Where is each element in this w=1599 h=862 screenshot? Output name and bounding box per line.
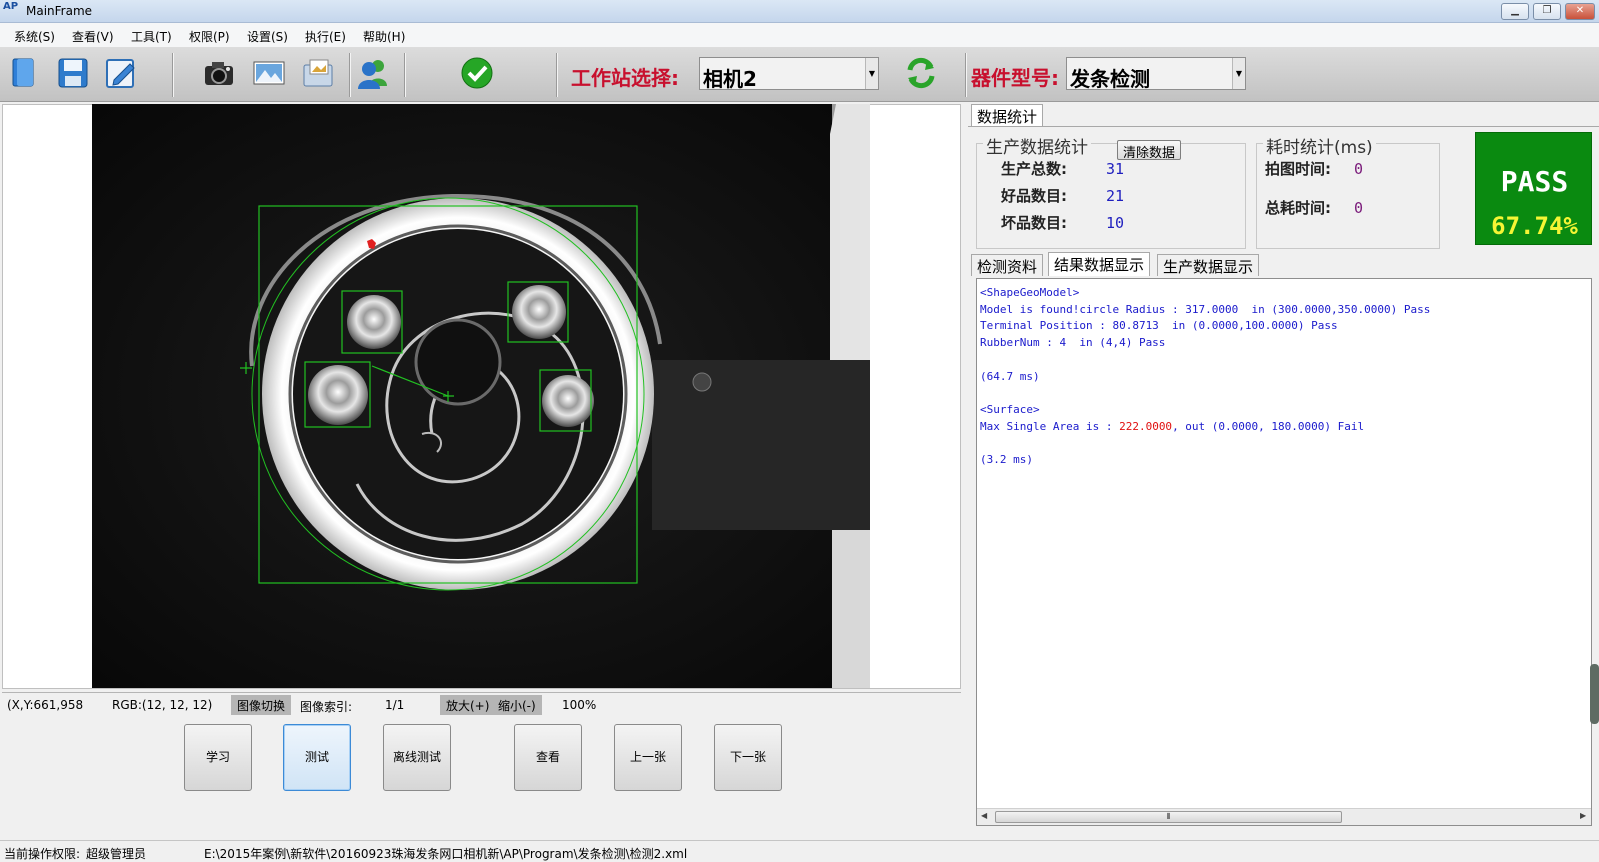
menu-settings[interactable]: 设置(S) xyxy=(247,28,288,45)
menu-view[interactable]: 查看(V) xyxy=(72,28,114,45)
total-time-label: 总耗时间: xyxy=(1265,199,1331,217)
capture-time-label: 拍图时间: xyxy=(1265,160,1331,178)
result-line: Max Single Area is : xyxy=(980,419,1120,433)
part-value: 发条检测 xyxy=(1070,67,1150,91)
horizontal-scrollbar[interactable]: ◀ ⦀ ▶ xyxy=(977,808,1591,825)
capture-time-value: 0 xyxy=(1354,160,1364,178)
clear-data-button[interactable]: 清除数据 xyxy=(1117,140,1182,161)
right-panel: 数据统计 生产数据统计 清除数据 生产总数: 31 好品数目: 21 坏品数目:… xyxy=(968,104,1599,840)
image-folder-icon[interactable] xyxy=(301,56,335,90)
next-button[interactable]: 下一张 xyxy=(714,724,782,791)
scrollbar-thumb[interactable]: ⦀ xyxy=(995,811,1342,823)
production-group: 生产数据统计 清除数据 生产总数: 31 好品数目: 21 坏品数目: 10 xyxy=(976,133,1246,249)
status-bar: 当前操作权限: 超级管理员 E:\2015年案例\新软件\20160923珠海发… xyxy=(0,840,1599,861)
toolbar-separator xyxy=(349,53,351,97)
zoom-out-button[interactable]: 缩小(-) xyxy=(492,695,542,715)
chevron-down-icon[interactable]: ▼ xyxy=(1232,58,1245,89)
pass-status: PASS xyxy=(1500,165,1569,198)
chevron-down-icon[interactable]: ▼ xyxy=(865,58,878,89)
menu-tools[interactable]: 工具(T) xyxy=(131,28,172,45)
part-label: 器件型号: xyxy=(971,66,1059,90)
tab-result-data[interactable]: 结果数据显示 xyxy=(1048,252,1151,276)
menu-help[interactable]: 帮助(H) xyxy=(363,28,405,45)
timing-title: 耗时统计(ms) xyxy=(1263,133,1376,158)
result-line: (3.2 ms) xyxy=(980,453,1033,467)
toolbar: 工作站选择: 相机2 ▼ 器件型号: 发条检测 ▼ xyxy=(0,47,1599,102)
scroll-right-icon[interactable]: ▶ xyxy=(1580,811,1586,820)
image-status-bar: (X,Y:661,958 RGB:(12, 12, 12) 图像切换 图像索引:… xyxy=(2,692,961,716)
bad-count-label: 坏品数目: xyxy=(1001,214,1067,232)
station-select[interactable]: 相机2 ▼ xyxy=(699,57,879,91)
view-button[interactable]: 查看 xyxy=(514,724,582,791)
camera-icon[interactable] xyxy=(202,56,236,90)
learn-button[interactable]: 学习 xyxy=(184,724,252,791)
zoom-level: 100% xyxy=(562,698,597,712)
toolbar-separator xyxy=(404,53,406,97)
minimize-button[interactable]: ▁ xyxy=(1501,3,1529,20)
menu-execute[interactable]: 执行(E) xyxy=(305,28,346,45)
toolbar-separator xyxy=(172,53,174,97)
result-log: <ShapeGeoModel> Model is found!circle Ra… xyxy=(980,285,1430,469)
title-bar: AP MainFrame ▁ ❐ ✕ xyxy=(0,0,1599,23)
image-index-value: 1/1 xyxy=(385,698,405,712)
good-count-label: 好品数目: xyxy=(1001,187,1067,205)
pass-rate: 67.74% xyxy=(1491,212,1578,240)
result-line: <ShapeGeoModel> xyxy=(980,286,1080,299)
result-line: <Surface> xyxy=(980,402,1040,416)
edit-icon[interactable] xyxy=(104,56,138,90)
side-grip-handle[interactable] xyxy=(1590,664,1599,724)
result-line: Model is found!circle Radius : 317.0000 … xyxy=(980,302,1431,316)
good-count-value: 21 xyxy=(1106,187,1125,205)
permission-value: 超级管理员 xyxy=(86,847,147,861)
result-line: RubberNum : 4 in (4,4) Pass xyxy=(980,336,1166,350)
result-line: Terminal Position : 80.8713 in (0.0000,1… xyxy=(980,319,1338,333)
tab-production-data[interactable]: 生产数据显示 xyxy=(1157,254,1260,276)
image-switch-button[interactable]: 图像切换 xyxy=(231,695,292,715)
result-text-box[interactable]: <ShapeGeoModel> Model is found!circle Ra… xyxy=(976,278,1592,826)
action-area: 学习 测试 离线测试 查看 上一张 下一张 xyxy=(2,716,961,836)
station-label: 工作站选择: xyxy=(571,66,679,90)
timing-group: 耗时统计(ms) 拍图时间: 0 总耗时间: 0 xyxy=(1256,133,1440,249)
scroll-left-icon[interactable]: ◀ xyxy=(981,811,987,820)
window-title: MainFrame xyxy=(26,4,93,18)
permission-label: 当前操作权限: xyxy=(4,847,81,861)
camera-image-view[interactable] xyxy=(92,104,870,688)
close-button[interactable]: ✕ xyxy=(1565,3,1595,20)
menu-bar: 系统(S) 查看(V) 工具(T) 权限(P) 设置(S) 执行(E) 帮助(H… xyxy=(0,23,1599,47)
app-logo: AP xyxy=(3,1,19,12)
check-icon[interactable] xyxy=(460,56,494,90)
result-line: (64.7 ms) xyxy=(980,369,1040,383)
total-count-value: 31 xyxy=(1106,160,1125,178)
fail-value: 222.0000 xyxy=(1119,419,1173,433)
restore-button[interactable]: ❐ xyxy=(1533,3,1561,20)
toolbar-separator xyxy=(965,53,967,97)
part-select[interactable]: 发条检测 ▼ xyxy=(1066,57,1246,91)
image-index-label: 图像索引: xyxy=(300,700,353,714)
cursor-coords: (X,Y:661,958 xyxy=(7,698,84,712)
users-icon[interactable] xyxy=(356,56,390,90)
refresh-icon[interactable] xyxy=(904,56,938,90)
result-tabs: 检测资料 结果数据显示 生产数据显示 xyxy=(968,252,1599,278)
tab-inspection-info[interactable]: 检测资料 xyxy=(971,254,1044,276)
new-file-icon[interactable] xyxy=(8,56,42,90)
station-value: 相机2 xyxy=(703,67,757,91)
total-count-label: 生产总数: xyxy=(1001,160,1067,178)
menu-permission[interactable]: 权限(P) xyxy=(189,28,230,45)
bad-count-value: 10 xyxy=(1106,214,1125,232)
save-icon[interactable] xyxy=(56,56,90,90)
previous-button[interactable]: 上一张 xyxy=(614,724,682,791)
tab-statistics[interactable]: 数据统计 xyxy=(971,104,1044,128)
total-time-value: 0 xyxy=(1354,199,1364,217)
offline-test-button[interactable]: 离线测试 xyxy=(383,724,451,791)
pixel-rgb: RGB:(12, 12, 12) xyxy=(112,698,213,712)
menu-system[interactable]: 系统(S) xyxy=(14,28,55,45)
production-title: 生产数据统计 xyxy=(983,133,1091,158)
test-button[interactable]: 测试 xyxy=(283,724,351,791)
result-line: , out (0.0000, 180.0000) Fail xyxy=(1172,419,1365,433)
toolbar-separator xyxy=(556,53,558,97)
image-icon[interactable] xyxy=(252,56,286,90)
file-path: E:\2015年案例\新软件\20160923珠海发条网口相机新\AP\Prog… xyxy=(204,847,688,861)
zoom-in-button[interactable]: 放大(+) xyxy=(440,695,496,715)
pass-indicator: PASS 67.74% xyxy=(1475,132,1592,245)
